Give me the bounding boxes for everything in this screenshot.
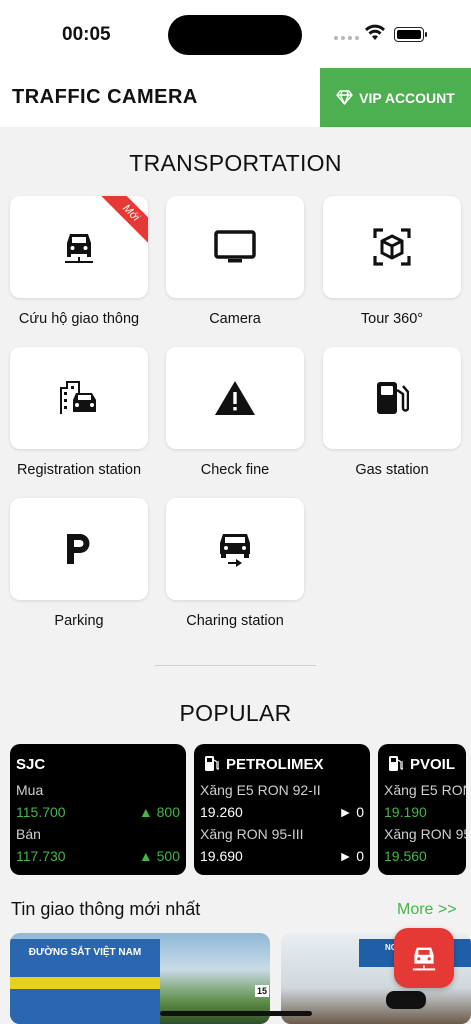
vip-account-button[interactable]: VIP ACCOUNT (320, 68, 471, 127)
tile-check-fine[interactable] (166, 347, 304, 449)
battery-icon (394, 27, 427, 42)
wifi-icon (365, 24, 385, 40)
price-card-name: PVOIL (410, 756, 456, 773)
cube-3d-icon (373, 228, 411, 266)
new-badge: Mới (99, 196, 148, 245)
cellular-signal-icon (334, 36, 359, 40)
price-change-value: 500 (156, 848, 180, 864)
unchanged-arrow-icon: ► (338, 848, 353, 864)
price-row-label: Xăng RON 95-III (200, 826, 304, 842)
up-arrow-icon: ▲ (138, 848, 153, 864)
dynamic-island (168, 15, 302, 55)
camera-image (386, 991, 426, 1009)
train-text: ĐƯỜNG SẮT VIỆT NAM (28, 947, 142, 958)
warning-icon (215, 381, 255, 415)
tile-registration-station-label: Registration station (16, 462, 142, 478)
tile-parking-label: Parking (54, 613, 104, 629)
train-stripe (10, 977, 160, 989)
price-value: 19.260 (200, 804, 243, 820)
sign-number: 15 (255, 985, 270, 997)
unchanged-arrow-icon: ► (338, 804, 353, 820)
price-row-label: Xăng RON 95-III (384, 826, 466, 842)
tile-charging-station[interactable] (166, 498, 304, 600)
news-more-link[interactable]: More >> (397, 901, 457, 919)
price-change-value: 0 (356, 848, 364, 864)
price-change-value: 800 (156, 804, 180, 820)
home-indicator[interactable] (160, 1011, 312, 1016)
fuel-pump-icon (205, 756, 219, 771)
price-card-sjc[interactable]: SJC Mua 115.700 ▲ 800 Bán 117.730 ▲ 500 (10, 744, 186, 875)
up-arrow-icon: ▲ (138, 804, 153, 820)
price-row-label: Mua (16, 782, 44, 798)
news-section-title: Tin giao thông mới nhất (11, 899, 201, 919)
section-divider (155, 665, 316, 666)
price-value: 115.700 (16, 804, 66, 820)
price-card-name: PETROLIMEX (226, 756, 324, 773)
tile-charging-station-label: Charing station (186, 613, 284, 629)
building-car-icon (60, 381, 96, 414)
price-row-label: Bán (16, 826, 41, 842)
tile-tour-360[interactable] (323, 196, 461, 298)
vip-account-label: VIP ACCOUNT (359, 89, 455, 106)
app-header: TRAFFIC CAMERA VIP ACCOUNT (0, 68, 471, 127)
price-value: 19.190 (384, 804, 427, 820)
tile-gas-station-label: Gas station (355, 462, 429, 478)
price-card-name: SJC (16, 756, 46, 773)
status-bar: 00:05 (0, 0, 471, 68)
fuel-pump-icon (389, 756, 403, 771)
price-change: ▲ 500 (139, 848, 180, 864)
rescue-fab-button[interactable] (394, 928, 454, 988)
tile-camera[interactable] (166, 196, 304, 298)
price-value: 19.560 (384, 848, 427, 864)
price-card-petrolimex[interactable]: PETROLIMEX Xăng E5 RON 92-II 19.260 ► 0 … (194, 744, 370, 875)
fuel-pump-icon (377, 382, 409, 414)
tile-camera-label: Camera (209, 311, 261, 327)
price-change-value: 0 (356, 804, 364, 820)
ev-charging-icon (220, 534, 250, 567)
price-value: 19.690 (200, 848, 243, 864)
price-change: ▲ 800 (139, 804, 180, 820)
status-time: 00:05 (62, 24, 111, 45)
tile-check-fine-label: Check fine (200, 462, 270, 478)
monitor-icon (214, 230, 256, 263)
price-card-pvoil[interactable]: PVOIL Xăng E5 RON 92-II 19.190 Xăng RON … (378, 744, 466, 875)
tile-tour-360-label: Tour 360° (360, 311, 424, 327)
price-value: 117.730 (16, 848, 66, 864)
tow-car-icon (65, 234, 93, 263)
price-row-label: Xăng E5 RON 92-II (200, 782, 321, 798)
tile-rescue-label: Cứu hộ giao thông (18, 311, 140, 327)
diamond-icon (336, 90, 353, 105)
price-row-label: Xăng E5 RON 92-II (384, 782, 466, 798)
tile-gas-station[interactable] (323, 347, 461, 449)
tow-car-icon (412, 947, 436, 971)
price-change: ► 0 (338, 804, 364, 820)
transportation-title: TRANSPORTATION (129, 150, 342, 176)
popular-title: POPULAR (179, 700, 292, 726)
parking-icon (67, 534, 90, 564)
tile-registration-station[interactable] (10, 347, 148, 449)
app-title: TRAFFIC CAMERA (12, 86, 198, 108)
tile-parking[interactable] (10, 498, 148, 600)
price-change: ► 0 (338, 848, 364, 864)
tile-rescue[interactable]: Mới (10, 196, 148, 298)
